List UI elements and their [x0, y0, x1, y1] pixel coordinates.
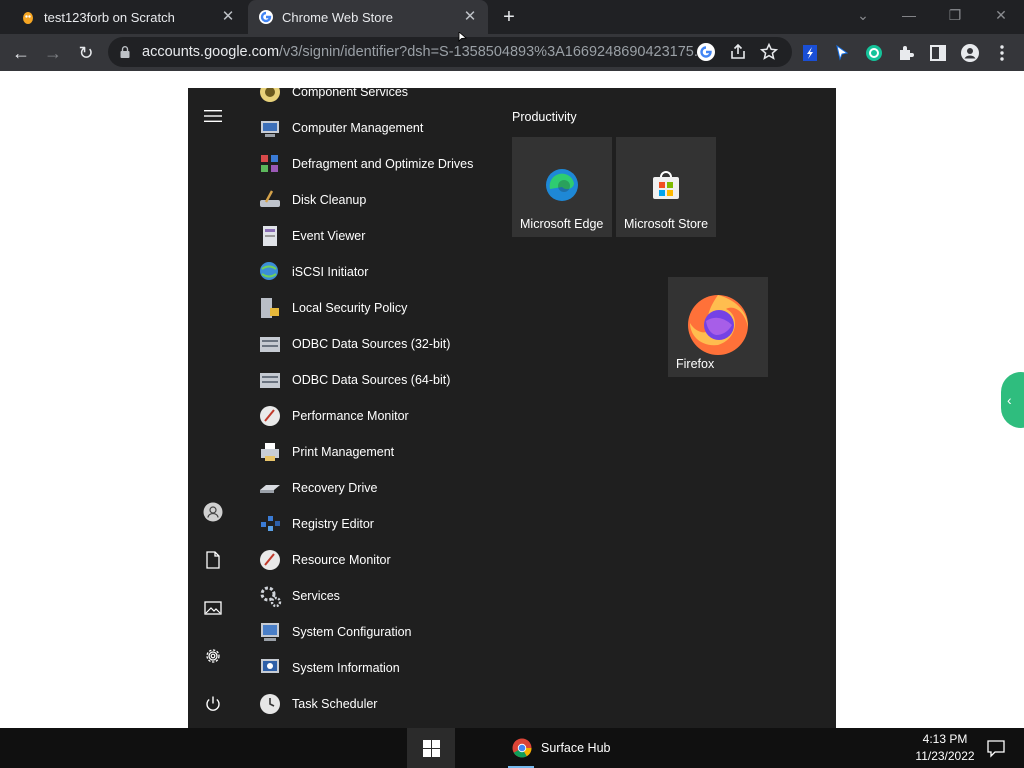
firefox-icon: [682, 285, 754, 362]
chevron-left-icon: ‹: [1007, 392, 1012, 408]
tab-title: test123forb on Scratch: [44, 9, 175, 25]
registry-editor-icon: [258, 512, 282, 536]
app-resource-monitor[interactable]: Resource Monitor: [258, 542, 518, 578]
url-text: accounts.google.com/v3/signin/identifier…: [142, 44, 706, 60]
tab-chrome-web-store[interactable]: Chrome Web Store ✕: [248, 0, 488, 34]
odbc-icon: [258, 332, 282, 356]
settings-icon[interactable]: [202, 645, 224, 667]
share-icon[interactable]: [728, 42, 748, 62]
app-list: Component Services Computer Management D…: [258, 88, 518, 722]
more-menu-icon[interactable]: [992, 43, 1012, 63]
app-registry-editor[interactable]: Registry Editor: [258, 506, 518, 542]
power-icon[interactable]: [202, 693, 224, 715]
reload-button[interactable]: ↻: [75, 42, 97, 64]
app-disk-cleanup[interactable]: Disk Cleanup: [258, 182, 518, 218]
grammarly-icon[interactable]: [864, 43, 884, 63]
lock-icon[interactable]: [118, 45, 132, 59]
browser-tab-strip: test123forb on Scratch ✕ Chrome Web Stor…: [0, 0, 1024, 34]
print-management-icon: [258, 440, 282, 464]
app-performance-monitor[interactable]: Performance Monitor: [258, 398, 518, 434]
side-panel-handle[interactable]: ‹: [1001, 372, 1024, 428]
system-clock[interactable]: 4:13 PM 11/23/2022: [910, 731, 980, 765]
security-policy-icon: [258, 296, 282, 320]
app-services[interactable]: Services: [258, 578, 518, 614]
chrome-icon: [512, 738, 532, 758]
notification-icon[interactable]: [986, 738, 1006, 758]
extension-blue-icon[interactable]: [800, 43, 820, 63]
edge-icon: [544, 167, 580, 208]
back-button[interactable]: ←: [10, 42, 32, 64]
app-print-management[interactable]: Print Management: [258, 434, 518, 470]
app-component-services[interactable]: Component Services: [258, 88, 518, 110]
side-panel-icon[interactable]: [928, 43, 948, 63]
recovery-drive-icon: [258, 476, 282, 500]
productivity-group-title: Productivity: [512, 110, 577, 124]
start-button[interactable]: [407, 728, 455, 768]
browser-toolbar: ← → ↻ accounts.google.com/v3/signin/iden…: [0, 34, 1024, 71]
tile-microsoft-edge[interactable]: Microsoft Edge: [512, 137, 612, 237]
close-tab-icon[interactable]: ✕: [220, 9, 236, 25]
new-tab-button[interactable]: +: [498, 6, 520, 28]
performance-monitor-icon: [258, 404, 282, 428]
forward-button[interactable]: →: [42, 42, 64, 64]
close-window-button[interactable]: ✕: [988, 4, 1014, 26]
app-defragment[interactable]: Defragment and Optimize Drives: [258, 146, 518, 182]
pictures-icon[interactable]: [202, 597, 224, 619]
start-menu: Component Services Computer Management D…: [188, 88, 836, 728]
extensions-puzzle-icon[interactable]: [896, 43, 916, 63]
minimize-button[interactable]: —: [896, 4, 922, 26]
address-bar[interactable]: accounts.google.com/v3/signin/identifier…: [108, 37, 792, 67]
component-services-icon: [258, 88, 282, 104]
profile-avatar-icon[interactable]: [960, 43, 980, 63]
chevron-down-icon[interactable]: ⌄: [850, 4, 876, 26]
tile-firefox[interactable]: Firefox: [668, 277, 768, 377]
hamburger-menu-icon[interactable]: [202, 105, 224, 127]
app-system-information[interactable]: System Information: [258, 650, 518, 686]
app-recovery-drive[interactable]: Recovery Drive: [258, 470, 518, 506]
system-information-icon: [258, 656, 282, 680]
close-tab-icon[interactable]: ✕: [462, 9, 478, 25]
resource-monitor-icon: [258, 548, 282, 572]
services-gear-icon: [258, 584, 282, 608]
app-event-viewer[interactable]: Event Viewer: [258, 218, 518, 254]
cursor-extension-icon[interactable]: [832, 43, 852, 63]
app-computer-management[interactable]: Computer Management: [258, 110, 518, 146]
computer-management-icon: [258, 116, 282, 140]
scratch-cat-icon: [20, 9, 36, 25]
restore-button[interactable]: ❐: [942, 4, 968, 26]
google-icon: [258, 9, 274, 25]
mouse-pointer-icon: [458, 32, 467, 42]
store-icon: [650, 169, 682, 206]
app-odbc-32[interactable]: ODBC Data Sources (32-bit): [258, 326, 518, 362]
windows-logo-icon: [422, 739, 440, 757]
start-menu-rail: [188, 88, 238, 728]
disk-cleanup-icon: [258, 188, 282, 212]
event-viewer-icon: [258, 224, 282, 248]
app-system-configuration[interactable]: System Configuration: [258, 614, 518, 650]
taskbar-app-chrome[interactable]: Surface Hub: [504, 728, 620, 768]
app-iscsi-initiator[interactable]: iSCSI Initiator: [258, 254, 518, 290]
user-icon[interactable]: [202, 501, 224, 523]
odbc-icon: [258, 368, 282, 392]
google-lens-icon[interactable]: [696, 42, 716, 62]
iscsi-icon: [258, 260, 282, 284]
defrag-icon: [258, 152, 282, 176]
app-local-security-policy[interactable]: Local Security Policy: [258, 290, 518, 326]
taskbar: Surface Hub 4:13 PM 11/23/2022: [0, 728, 1024, 768]
tab-scratch[interactable]: test123forb on Scratch ✕: [8, 0, 246, 34]
tile-microsoft-store[interactable]: Microsoft Store: [616, 137, 716, 237]
app-odbc-64[interactable]: ODBC Data Sources (64-bit): [258, 362, 518, 398]
tab-title: Chrome Web Store: [282, 9, 394, 25]
task-scheduler-icon: [258, 692, 282, 716]
app-task-scheduler[interactable]: Task Scheduler: [258, 686, 518, 722]
bookmark-star-icon[interactable]: [759, 42, 779, 62]
documents-icon[interactable]: [202, 549, 224, 571]
system-configuration-icon: [258, 620, 282, 644]
